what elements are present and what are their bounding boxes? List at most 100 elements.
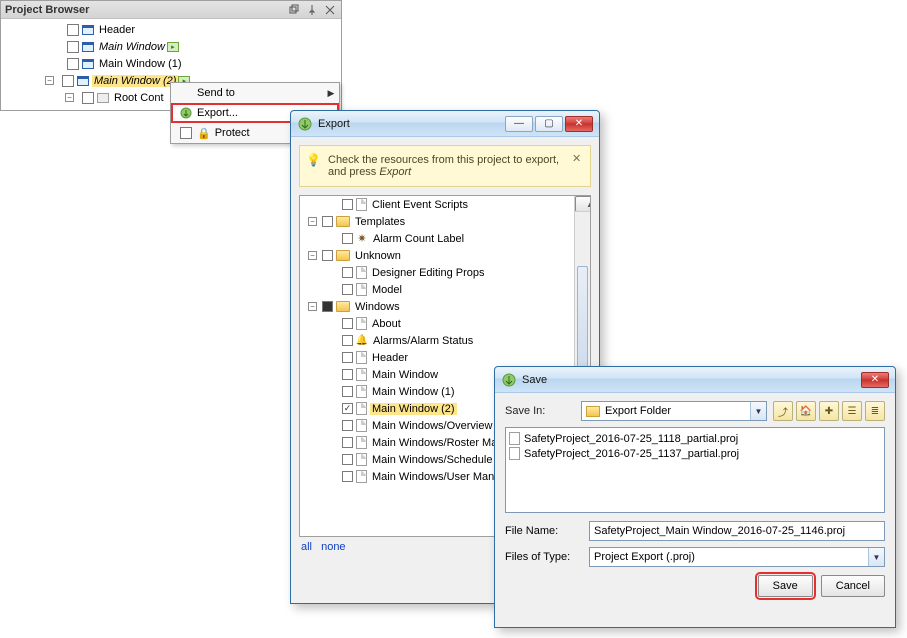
checkbox-icon[interactable]: [342, 233, 353, 244]
collapse-icon[interactable]: −: [308, 251, 317, 260]
window-icon: [82, 25, 94, 35]
export-dialog-titlebar[interactable]: Export — ▢ ✕: [291, 111, 599, 137]
checkbox-icon[interactable]: [342, 284, 353, 295]
collapse-icon[interactable]: −: [308, 302, 317, 311]
checkbox-icon[interactable]: [342, 386, 353, 397]
export-tree-item[interactable]: Designer Editing Props: [300, 264, 590, 281]
checkbox-icon[interactable]: [342, 420, 353, 431]
cancel-button[interactable]: Cancel: [821, 575, 885, 597]
collapse-icon[interactable]: −: [308, 217, 317, 226]
checkbox-icon[interactable]: [342, 437, 353, 448]
close-button[interactable]: ✕: [565, 116, 593, 132]
lock-icon: 🔒: [197, 127, 211, 140]
list-view-button[interactable]: ☰: [842, 401, 862, 421]
minimize-button[interactable]: —: [505, 116, 533, 132]
tree-item-label: Main Windows/Schedule: [370, 454, 494, 466]
checkbox-icon[interactable]: [322, 250, 333, 261]
tree-item-label: Main Windows/User Man: [370, 471, 496, 483]
checkbox-icon[interactable]: [342, 267, 353, 278]
file-row[interactable]: SafetyProject_2016-07-25_1137_partial.pr…: [509, 446, 881, 461]
new-folder-button[interactable]: ✚: [819, 401, 839, 421]
checkbox-icon[interactable]: [67, 41, 79, 53]
file-row[interactable]: SafetyProject_2016-07-25_1118_partial.pr…: [509, 431, 881, 446]
folder-icon: [336, 301, 350, 312]
window-icon: [82, 59, 94, 69]
checkbox-icon[interactable]: [82, 92, 94, 104]
checkbox-icon[interactable]: [62, 75, 74, 87]
file-list[interactable]: SafetyProject_2016-07-25_1118_partial.pr…: [505, 427, 885, 513]
maximize-button[interactable]: ▢: [535, 116, 563, 132]
tree-item-label: Alarms/Alarm Status: [371, 335, 475, 347]
collapse-icon[interactable]: −: [45, 76, 54, 85]
close-hint-icon[interactable]: ✕: [572, 152, 584, 164]
scroll-up-icon[interactable]: ▲: [575, 196, 591, 212]
window-icon: [77, 76, 89, 86]
checkbox-icon[interactable]: [342, 454, 353, 465]
tree-item[interactable]: Main Window: [1, 38, 341, 55]
tree-item-label: Main Windows/Roster Ma: [370, 437, 499, 449]
export-tree-item[interactable]: − Unknown: [300, 247, 590, 264]
filetype-combo[interactable]: Project Export (.proj) ▼: [589, 547, 885, 567]
export-tree-item[interactable]: Client Event Scripts: [300, 196, 590, 213]
tree-item-label: Windows: [353, 301, 402, 313]
checkbox-icon[interactable]: [342, 318, 353, 329]
save-dialog-titlebar[interactable]: Save ✕: [495, 367, 895, 393]
checkbox-icon[interactable]: [67, 58, 79, 70]
select-all-link[interactable]: all: [301, 541, 312, 553]
tree-item-label: Alarm Count Label: [371, 233, 466, 245]
document-icon: [356, 283, 367, 296]
savein-value: Export Folder: [605, 405, 671, 417]
collapse-icon[interactable]: −: [65, 93, 74, 102]
export-icon: [175, 106, 197, 120]
checkbox-icon[interactable]: [342, 335, 353, 346]
filename-input[interactable]: [589, 521, 885, 541]
export-tree-item[interactable]: −Templates: [300, 213, 590, 230]
tree-item[interactable]: Header: [1, 21, 341, 38]
checkbox-icon[interactable]: [342, 471, 353, 482]
checkbox-icon[interactable]: [322, 301, 333, 312]
checkbox-icon[interactable]: [67, 24, 79, 36]
checkbox-icon[interactable]: [342, 352, 353, 363]
close-button[interactable]: ✕: [861, 372, 889, 388]
savein-combo[interactable]: Export Folder ▼: [581, 401, 767, 421]
tree-item[interactable]: Main Window (1): [1, 55, 341, 72]
export-tree-item[interactable]: Header: [300, 349, 590, 366]
tree-item-label: Main Window (1): [370, 386, 457, 398]
checkbox-icon[interactable]: [342, 199, 353, 210]
restore-icon[interactable]: [287, 3, 301, 17]
dialog-title: Save: [522, 374, 861, 386]
savein-label: Save In:: [505, 405, 581, 417]
checkbox-icon[interactable]: [342, 369, 353, 380]
document-icon: [356, 402, 367, 415]
tree-item-label: Unknown: [353, 250, 403, 262]
save-button[interactable]: Save: [758, 575, 813, 597]
tree-item-label: Header: [370, 352, 410, 364]
details-view-button[interactable]: ≣: [865, 401, 885, 421]
menu-item-send-to[interactable]: Send to▶: [171, 83, 339, 103]
document-icon: [356, 317, 367, 330]
export-tree-item[interactable]: ✷Alarm Count Label: [300, 230, 590, 247]
home-button[interactable]: 🏠: [796, 401, 816, 421]
export-tree-item[interactable]: Model: [300, 281, 590, 298]
export-tree-item[interactable]: − Windows: [300, 298, 590, 315]
document-icon: [356, 385, 367, 398]
close-icon[interactable]: [323, 3, 337, 17]
filetype-label: Files of Type:: [505, 551, 589, 563]
lightbulb-icon: 💡: [306, 153, 321, 167]
folder-icon: [586, 406, 600, 417]
pin-icon[interactable]: [305, 3, 319, 17]
checkbox-icon[interactable]: [322, 216, 333, 227]
export-tree-item[interactable]: About: [300, 315, 590, 332]
tree-item-label: Client Event Scripts: [370, 199, 470, 211]
submenu-arrow-icon: ▶: [323, 88, 339, 99]
export-tree-item[interactable]: 🔔Alarms/Alarm Status: [300, 332, 590, 349]
file-icon: [509, 447, 520, 460]
dropdown-icon[interactable]: ▼: [868, 548, 884, 566]
project-browser-title: Project Browser: [5, 4, 283, 16]
document-icon: [356, 436, 367, 449]
select-none-link[interactable]: none: [321, 541, 345, 553]
checkbox-icon[interactable]: ✓: [342, 403, 353, 414]
dropdown-icon[interactable]: ▼: [750, 402, 766, 420]
project-browser-titlebar: Project Browser: [1, 1, 341, 19]
up-folder-button[interactable]: ⤴: [773, 401, 793, 421]
